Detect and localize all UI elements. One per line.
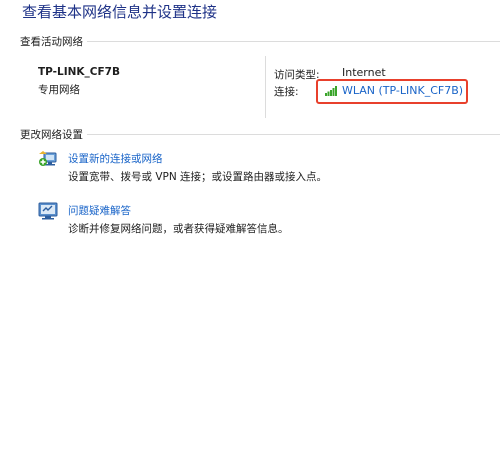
troubleshoot-description: 诊断并修复网络问题，或者获得疑难解答信息。 — [68, 223, 289, 235]
troubleshoot-link[interactable]: 问题疑难解答 — [68, 203, 131, 218]
troubleshoot-icon — [38, 202, 58, 220]
network-setup-icon — [39, 151, 57, 166]
setup-connection-link[interactable]: 设置新的连接或网络 — [68, 151, 163, 166]
page-title: 查看基本网络信息并设置连接 — [22, 3, 218, 21]
network-name: TP-LINK_CF7B — [38, 66, 120, 78]
network-category: 专用网络 — [38, 84, 80, 96]
access-type-value: Internet — [342, 66, 386, 79]
section-divider — [87, 133, 500, 135]
active-networks-header: 查看活动网络 — [20, 34, 500, 48]
wifi-signal-icon — [325, 85, 337, 96]
change-settings-header: 更改网络设置 — [20, 127, 500, 141]
access-type-label: 访问类型: — [274, 69, 320, 81]
section-divider — [87, 40, 500, 42]
active-networks-label: 查看活动网络 — [20, 35, 83, 48]
change-settings-label: 更改网络设置 — [20, 128, 83, 141]
setup-connection-description: 设置宽带、拨号或 VPN 连接；或设置路由器或接入点。 — [68, 171, 328, 183]
connections-label: 连接: — [274, 86, 299, 98]
connection-link-label: WLAN (TP-LINK_CF7B) — [342, 84, 464, 97]
connection-link[interactable]: WLAN (TP-LINK_CF7B) — [325, 84, 463, 97]
vertical-divider — [265, 56, 266, 118]
